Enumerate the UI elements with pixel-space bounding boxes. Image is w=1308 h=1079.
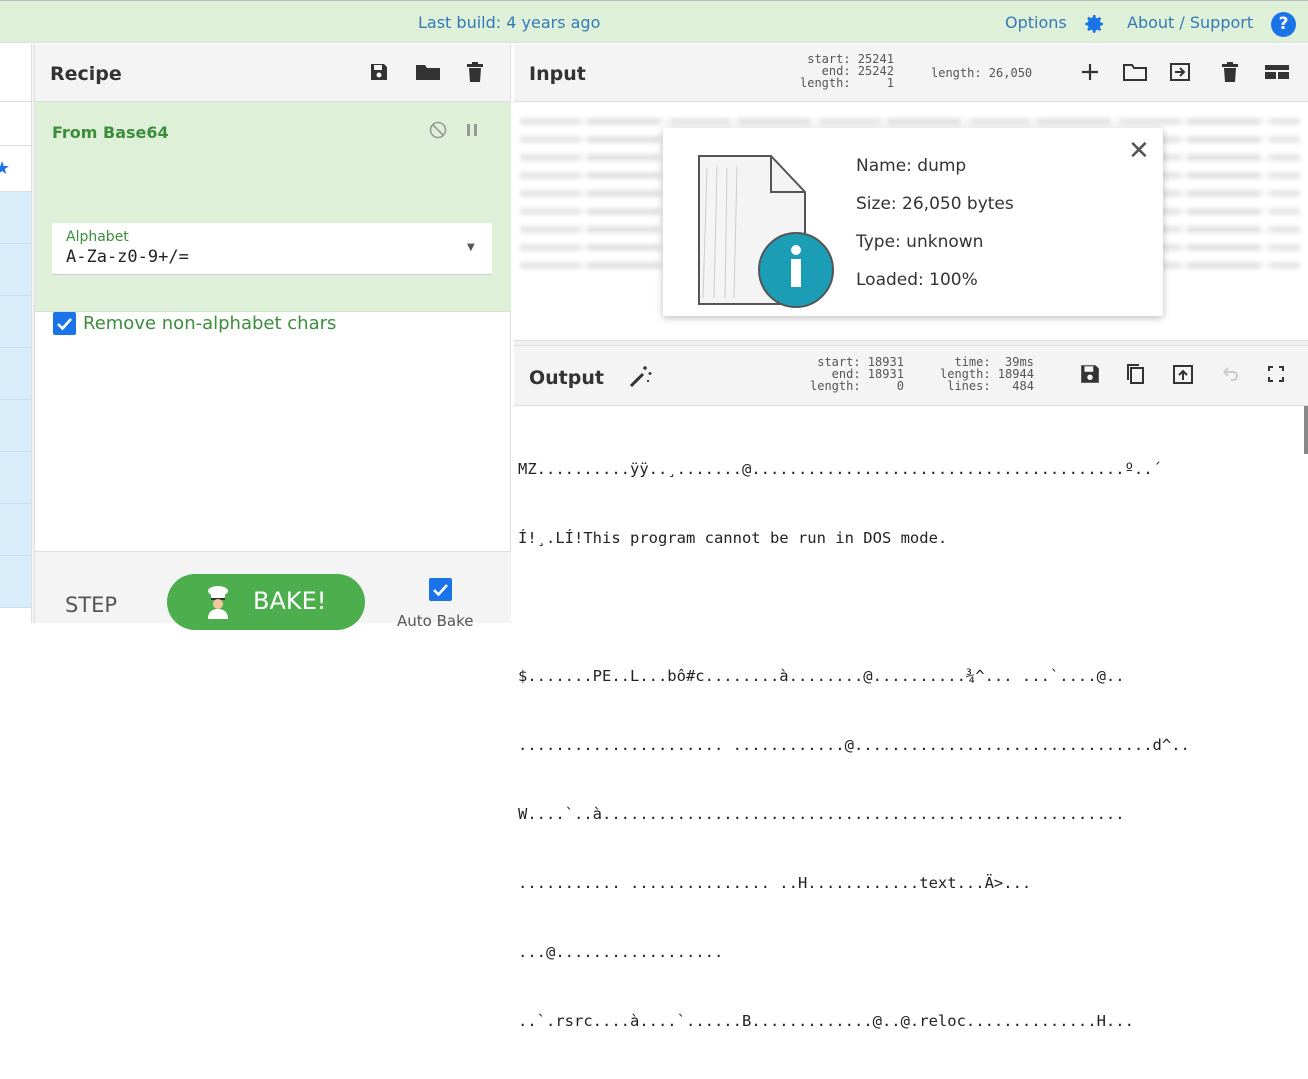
category-item[interactable] bbox=[0, 244, 31, 296]
category-item[interactable] bbox=[0, 504, 31, 556]
bake-controls: STEP BAKE! Auto Bake bbox=[35, 551, 511, 630]
file-details-overlay: ✕ Name: dump Size: 26,050 bytes Type: un… bbox=[663, 128, 1163, 316]
open-folder-icon[interactable] bbox=[1122, 61, 1148, 83]
operations-header bbox=[0, 44, 31, 102]
input-selection-stats: start: 25241 end: 25242 length: 1 bbox=[800, 52, 894, 90]
input-header: Input start: 25241 end: 25242 length: 1 … bbox=[514, 44, 1308, 102]
step-button[interactable]: STEP bbox=[65, 593, 117, 617]
alphabet-select[interactable]: Alphabet A-Za-z0-9+/= ▼ bbox=[52, 223, 492, 275]
output-title: Output bbox=[529, 367, 604, 389]
file-size: Size: 26,050 bytes bbox=[856, 194, 1014, 214]
file-type: Type: unknown bbox=[856, 232, 984, 252]
input-length-stats: length: 26,050 bbox=[931, 66, 1033, 80]
remove-nonalphabet-label: Remove non-alphabet chars bbox=[83, 313, 337, 334]
help-icon[interactable]: ? bbox=[1271, 12, 1296, 37]
category-item[interactable] bbox=[0, 296, 31, 348]
category-item[interactable] bbox=[0, 348, 31, 400]
output-text-area[interactable]: MZ..........ÿÿ..¸.......@...............… bbox=[518, 412, 1306, 1079]
category-item[interactable] bbox=[0, 452, 31, 504]
auto-bake-label: Auto Bake bbox=[397, 612, 474, 630]
category-item[interactable] bbox=[0, 400, 31, 452]
clear-input-icon[interactable] bbox=[1219, 61, 1241, 83]
output-panel: Output start: 18931 end: 18931 length: 0… bbox=[514, 346, 1308, 1030]
output-line: Í!¸.LÍ!This program cannot be run in DOS… bbox=[518, 529, 948, 547]
output-line: $.......PE..L...bô#c........à........@..… bbox=[518, 667, 1125, 685]
output-line: ...@.................. bbox=[518, 943, 724, 961]
alphabet-label: Alphabet bbox=[66, 229, 129, 245]
output-line: W....`..à...............................… bbox=[518, 805, 1125, 823]
save-output-icon[interactable] bbox=[1079, 363, 1101, 385]
folder-icon[interactable] bbox=[415, 61, 441, 83]
options-link[interactable]: Options bbox=[1005, 13, 1067, 32]
category-item[interactable] bbox=[0, 192, 31, 244]
operations-search[interactable] bbox=[0, 102, 31, 146]
layout-icon[interactable] bbox=[1264, 61, 1290, 83]
operation-from-base64[interactable]: From Base64 Alphabet A-Za-z0-9+/= ▼ Remo… bbox=[35, 102, 511, 335]
category-item[interactable] bbox=[0, 556, 31, 608]
output-header: Output start: 18931 end: 18931 length: 0… bbox=[514, 346, 1308, 406]
remove-nonalphabet-checkbox[interactable] bbox=[53, 312, 76, 335]
close-icon[interactable]: ✕ bbox=[1128, 136, 1150, 166]
star-icon: ★ bbox=[0, 158, 11, 179]
input-title: Input bbox=[529, 63, 586, 85]
file-info-icon bbox=[698, 155, 834, 308]
replace-input-icon[interactable] bbox=[1172, 363, 1194, 385]
bake-label: BAKE! bbox=[253, 587, 327, 615]
add-tab-icon[interactable] bbox=[1079, 61, 1101, 83]
last-build-link[interactable]: Last build: 4 years ago bbox=[418, 13, 600, 32]
recipe-title: Recipe bbox=[50, 63, 122, 85]
output-line: ...................... ............@....… bbox=[518, 736, 1190, 754]
maximise-icon[interactable] bbox=[1265, 363, 1287, 385]
copy-icon[interactable] bbox=[1124, 363, 1146, 385]
disable-icon[interactable] bbox=[428, 120, 448, 140]
chef-icon bbox=[208, 586, 228, 619]
save-icon[interactable] bbox=[369, 61, 389, 83]
operation-name: From Base64 bbox=[52, 123, 169, 142]
recipe-panel: Recipe From Base64 Alphabet A-Za-z0-9+/=… bbox=[35, 44, 511, 630]
trash-icon[interactable] bbox=[465, 61, 485, 83]
auto-bake-checkbox[interactable] bbox=[429, 578, 452, 601]
recipe-header: Recipe bbox=[35, 44, 510, 102]
caret-down-icon: ▼ bbox=[467, 242, 475, 253]
output-line: ..`.rsrc....à....`......B.............@.… bbox=[518, 1012, 1134, 1030]
file-name: Name: dump bbox=[856, 156, 967, 176]
open-file-icon[interactable] bbox=[1169, 61, 1191, 83]
output-scrollbar[interactable] bbox=[1304, 406, 1308, 454]
gear-icon[interactable] bbox=[1082, 12, 1106, 36]
file-loaded: Loaded: 100% bbox=[856, 270, 978, 290]
output-line: ........... ............... ..H.........… bbox=[518, 874, 1032, 892]
bake-button[interactable]: BAKE! bbox=[167, 574, 365, 630]
top-bar: Last build: 4 years ago Options About / … bbox=[0, 0, 1308, 43]
undo-icon[interactable] bbox=[1218, 363, 1240, 385]
alphabet-value: A-Za-z0-9+/= bbox=[66, 247, 189, 267]
output-selection-stats: start: 18931 end: 18931 length: 0 bbox=[810, 355, 904, 393]
output-line: MZ..........ÿÿ..¸.......@...............… bbox=[518, 460, 1162, 478]
breakpoint-icon[interactable] bbox=[466, 123, 478, 137]
magic-wand-icon[interactable] bbox=[628, 364, 654, 388]
output-meta-stats: time: 39ms length: 18944 lines: 484 bbox=[940, 355, 1034, 393]
about-support-link[interactable]: About / Support bbox=[1127, 13, 1253, 32]
favourites-category[interactable]: ★ bbox=[0, 146, 31, 192]
operations-panel: ★ bbox=[0, 44, 32, 623]
